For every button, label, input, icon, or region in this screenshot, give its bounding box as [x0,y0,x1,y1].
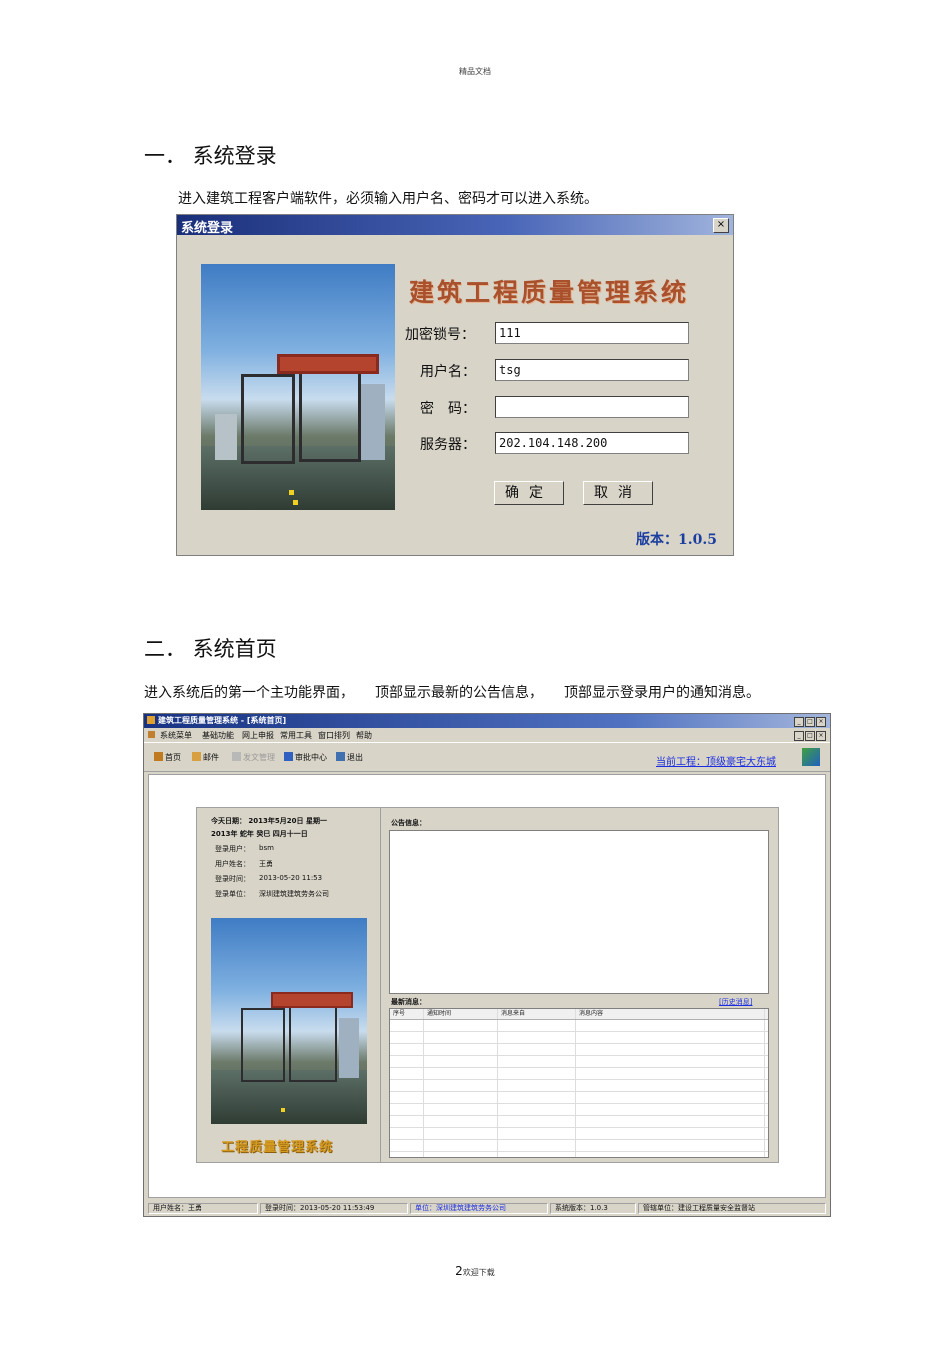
history-messages-link[interactable]: [历史消息] [719,997,752,1007]
minimize-icon[interactable]: _ [794,717,804,727]
mdi-minimize-icon[interactable]: _ [794,731,804,741]
home-panel: 今天日期： 2013年5月20日 星期一 2013年 蛇年 癸巳 四月十一日 登… [196,807,779,1163]
menu-tools[interactable]: 常用工具 [280,730,312,741]
server-input[interactable]: 202.104.148.200 [495,432,689,454]
info-label-name: 用户姓名： [215,860,250,868]
menu-system[interactable]: 系统菜单 [160,730,192,741]
section2-heading: 二． 系统首页 [144,637,277,661]
doc-icon [232,752,241,761]
toolbar-mail[interactable]: 邮件 [192,752,219,763]
doc-icon [148,731,155,738]
login-dialog-title: 系统登录 [181,221,234,236]
info-value-name: 王勇 [259,860,273,868]
main-window: 建筑工程质量管理系统 - [系统首页] _ □ × 系统菜单 基础功能 网上申报… [143,713,831,1217]
section1-text: 进入建筑工程客户端软件，必须输入用户名、密码才可以进入系统。 [178,191,598,207]
info-label-time: 登录时间： [215,875,250,883]
menu-basic[interactable]: 基础功能 [202,730,234,741]
cancel-button[interactable]: 取消 [583,481,653,505]
status-login-time: 登录时间：2013-05-20 11:53:49 [260,1203,408,1214]
main-window-titlebar[interactable]: 建筑工程质量管理系统 - [系统首页] _ □ × [144,714,830,728]
login-dialog: 系统登录 × 建筑工程质量管理系统 加密锁号： 111 用户名： tsg 密 码… [176,214,734,556]
date-line1: 今天日期： 2013年5月20日 星期一 [211,817,327,825]
lock-label: 加密锁号： [405,327,475,343]
info-label-unit: 登录单位： [215,890,250,898]
status-authority: 管辖单位：建设工程质量安全监督站 [638,1203,826,1214]
lock-number-input[interactable]: 111 [495,322,689,344]
status-bar: 用户姓名：王勇 登录时间：2013-05-20 11:53:49 单位：深圳建筑… [144,1200,830,1216]
info-label-user: 登录用户： [215,845,250,853]
building-photo-small [211,918,367,1124]
info-value-time: 2013-05-20 11:53 [259,874,323,882]
ok-button[interactable]: 确定 [494,481,564,505]
username-label: 用户名： [420,364,476,380]
toolbar-approval[interactable]: 审批中心 [284,752,327,763]
exit-icon [336,752,345,761]
app-icon [147,716,155,724]
user-icon [284,752,293,761]
status-version: 系统版本：1.0.3 [550,1203,636,1214]
close-icon[interactable]: × [713,218,729,233]
login-dialog-titlebar[interactable]: 系统登录 × [177,215,733,236]
password-label: 密 码： [420,401,476,417]
menu-window[interactable]: 窗口排列 [318,730,350,741]
building-photo [201,264,395,510]
messages-label: 最新消息： [391,998,426,1006]
status-user: 用户姓名：王勇 [148,1203,258,1214]
section2-text: 进入系统后的第一个主功能界面， 顶部显示最新的公告信息， 顶部显示登录用户的通知… [144,685,760,701]
toolbar-exit[interactable]: 退出 [336,752,363,763]
maximize-icon[interactable]: □ [805,717,815,727]
password-input[interactable] [495,396,689,418]
current-project-link[interactable]: 当前工程：顶级豪宅大东城 [656,753,776,768]
menu-online[interactable]: 网上申报 [242,730,274,741]
footer-text: 欢迎下载 [462,1268,495,1277]
version-label: 版本：1.0.5 [636,532,717,548]
mdi-restore-icon[interactable]: □ [805,731,815,741]
app-title: 建筑工程质量管理系统 [409,278,690,307]
mdi-close-icon[interactable]: × [816,731,826,741]
header-note: 精品文档 [459,67,491,76]
notice-box[interactable] [389,830,769,994]
messages-table[interactable]: 序号 通知时间 消息来自 消息内容 [389,1008,769,1158]
username-input[interactable]: tsg [495,359,689,381]
brand-text: 工程质量管理系统 [221,1140,334,1155]
menu-bar: 系统菜单 基础功能 网上申报 常用工具 窗口排列 帮助 _ □ × [144,728,830,742]
page-number: 2 [455,1264,463,1278]
info-value-unit: 深圳建筑建筑劳务公司 [259,890,329,898]
close-icon[interactable]: × [816,717,826,727]
col-header-time: 通知时间 [424,1009,498,1019]
page-footer: 2欢迎下载 [0,1260,950,1279]
toolbar: 首页 邮件 发文管理 审批中心 退出 当前工程：顶级豪宅大东城 [144,742,830,772]
date-line2: 2013年 蛇年 癸巳 四月十一日 [211,830,308,838]
col-header-content: 消息内容 [576,1009,768,1019]
main-window-title: 建筑工程质量管理系统 - [系统首页] [158,716,287,725]
section1-heading: 一． 系统登录 [144,144,277,168]
info-value-user: bsm [259,844,274,852]
server-label: 服务器： [420,437,476,453]
col-header-index: 序号 [390,1009,424,1019]
menu-help[interactable]: 帮助 [356,730,372,741]
col-header-from: 消息来自 [498,1009,576,1019]
network-icon [802,748,820,766]
toolbar-docs[interactable]: 发文管理 [232,752,275,763]
home-icon [154,752,163,761]
mail-icon [192,752,201,761]
status-unit: 单位：深圳建筑建筑劳务公司 [410,1203,548,1214]
panel-divider [380,808,381,1162]
toolbar-home[interactable]: 首页 [154,752,181,763]
notice-label: 公告信息： [391,819,426,827]
